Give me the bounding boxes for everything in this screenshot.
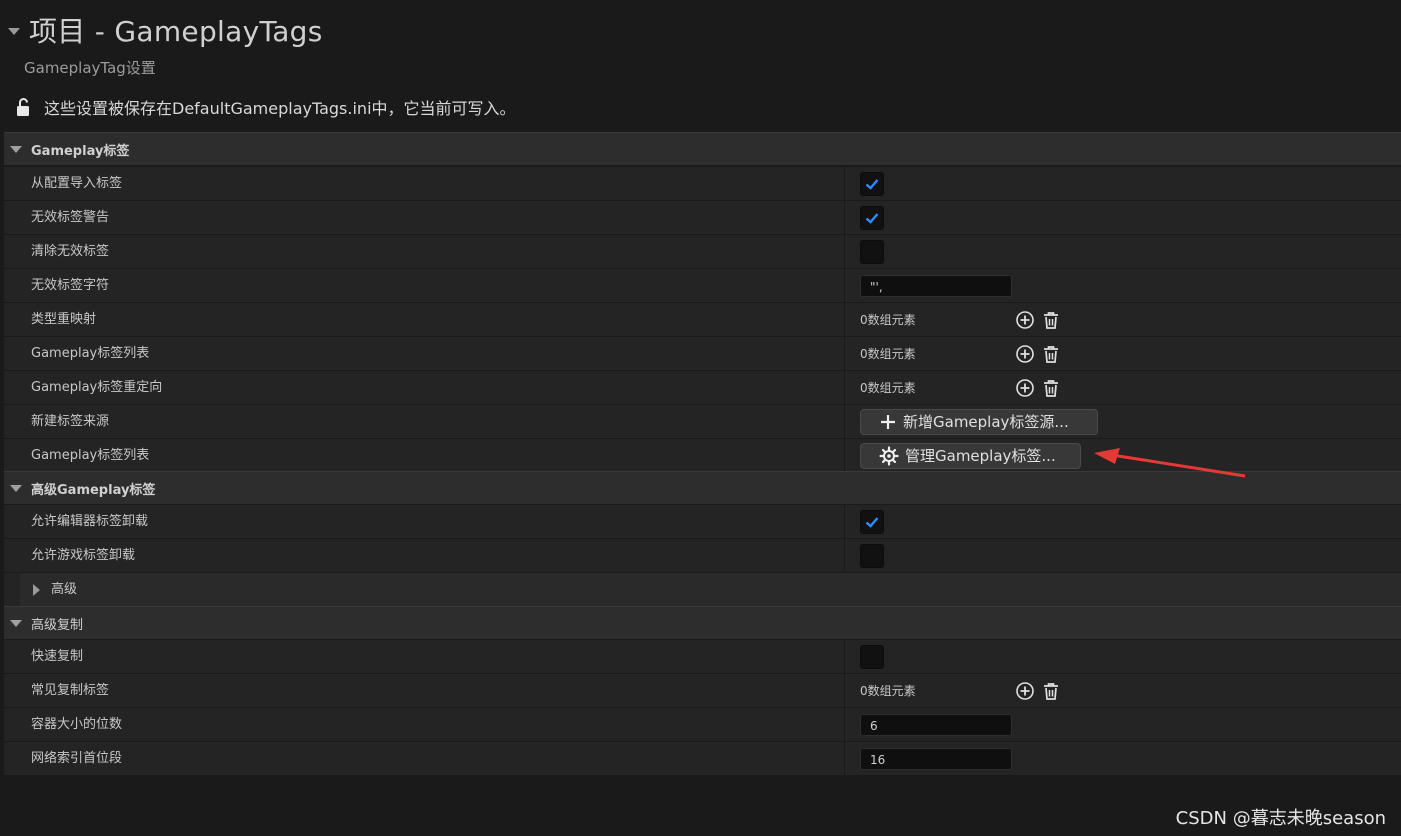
row-label: 无效标签警告 xyxy=(31,210,110,225)
column-divider[interactable] xyxy=(844,405,845,438)
clear-invalid-tags-checkbox[interactable] xyxy=(860,239,884,264)
array-count: 0数组元素 xyxy=(860,313,916,327)
row-gameplay-tag-redirects: Gameplay标签重定向 0数组元素 xyxy=(4,370,1401,404)
column-divider[interactable] xyxy=(844,674,845,707)
allow-game-tag-unloading-checkbox[interactable] xyxy=(860,543,884,568)
subgroup-label: 高级 xyxy=(51,582,78,597)
row-label: Gameplay标签列表 xyxy=(31,346,150,361)
collapse-triangle-icon[interactable] xyxy=(8,27,20,35)
title-row[interactable]: 项目 - GameplayTags xyxy=(8,10,323,50)
row-label: 清除无效标签 xyxy=(31,244,110,259)
net-index-first-bit-segment-input[interactable]: 16 xyxy=(860,747,1012,770)
column-divider[interactable] xyxy=(844,505,845,538)
row-type-remapping: 类型重映射 0数组元素 xyxy=(4,302,1401,336)
checkmark-icon xyxy=(865,212,879,224)
add-element-icon[interactable] xyxy=(1014,343,1036,365)
manage-gameplay-tags-button[interactable]: 管理Gameplay标签... xyxy=(860,442,1081,469)
invalid-tag-characters-input[interactable]: "', xyxy=(860,274,1012,297)
fast-replication-checkbox[interactable] xyxy=(860,644,884,669)
section-label: 高级复制 xyxy=(31,617,84,633)
section-label: Gameplay标签 xyxy=(31,143,130,159)
row-label: 常见复制标签 xyxy=(31,683,110,698)
column-divider[interactable] xyxy=(844,235,845,268)
column-divider[interactable] xyxy=(844,708,845,741)
button-label: 新增Gameplay标签源... xyxy=(903,413,1069,431)
row-label: 类型重映射 xyxy=(31,312,97,327)
watermark: CSDN @暮志未晚season xyxy=(1175,808,1386,829)
expand-triangle-icon[interactable] xyxy=(10,145,22,153)
expand-triangle-icon[interactable] xyxy=(10,619,22,627)
notice-text: 这些设置被保存在DefaultGameplayTags.ini中，它当前可写入。 xyxy=(44,99,516,118)
add-element-icon[interactable] xyxy=(1014,309,1036,331)
column-divider[interactable] xyxy=(844,201,845,234)
column-divider[interactable] xyxy=(844,742,845,775)
add-tag-source-button[interactable]: 新增Gameplay标签源... xyxy=(860,408,1098,435)
row-allow-editor-tag-unloading: 允许编辑器标签卸载 xyxy=(4,504,1401,538)
column-divider[interactable] xyxy=(844,539,845,572)
column-divider[interactable] xyxy=(844,371,845,404)
row-container-size-bits: 容器大小的位数 6 xyxy=(4,707,1401,741)
section-label: 高级Gameplay标签 xyxy=(31,482,156,498)
add-element-icon[interactable] xyxy=(1014,680,1036,702)
page-title: 项目 - GameplayTags xyxy=(29,15,323,48)
row-clear-invalid-tags: 清除无效标签 xyxy=(4,234,1401,268)
row-warn-invalid-tags: 无效标签警告 xyxy=(4,200,1401,234)
button-label: 管理Gameplay标签... xyxy=(905,447,1056,465)
column-divider[interactable] xyxy=(844,439,845,472)
trash-icon[interactable] xyxy=(1040,309,1062,331)
row-label: Gameplay标签列表 xyxy=(31,448,150,463)
page-subtitle: GameplayTag设置 xyxy=(24,59,156,77)
row-import-tags-from-config: 从配置导入标签 xyxy=(4,166,1401,200)
row-invalid-tag-characters: 无效标签字符 "', xyxy=(4,268,1401,302)
trash-icon[interactable] xyxy=(1040,680,1062,702)
settings-header: 项目 - GameplayTags GameplayTag设置 这些设置被保存在… xyxy=(0,0,1401,132)
plus-icon xyxy=(881,414,895,429)
row-label: 新建标签来源 xyxy=(31,414,110,429)
row-label: 网络索引首位段 xyxy=(31,751,123,766)
trash-icon[interactable] xyxy=(1040,377,1062,399)
column-divider[interactable] xyxy=(844,167,845,200)
row-net-index-first-bit-segment: 网络索引首位段 16 xyxy=(4,741,1401,775)
expand-triangle-icon[interactable] xyxy=(10,484,22,492)
row-allow-game-tag-unloading: 允许游戏标签卸载 xyxy=(4,538,1401,572)
annotation-arrow xyxy=(1094,448,1246,478)
warn-invalid-tags-checkbox[interactable] xyxy=(860,205,884,230)
row-common-replicated-tags: 常见复制标签 0数组元素 xyxy=(4,673,1401,707)
section-gameplay-tags[interactable]: Gameplay标签 xyxy=(4,132,1401,165)
row-label: 无效标签字符 xyxy=(31,278,110,293)
config-notice: 这些设置被保存在DefaultGameplayTags.ini中，它当前可写入。 xyxy=(14,95,516,119)
array-count: 0数组元素 xyxy=(860,684,916,698)
allow-editor-tag-unloading-checkbox[interactable] xyxy=(860,509,884,534)
array-count: 0数组元素 xyxy=(860,381,916,395)
subgroup-advanced[interactable]: 高级 xyxy=(4,572,1401,606)
row-label: 从配置导入标签 xyxy=(31,176,123,191)
row-gameplay-tag-list: Gameplay标签列表 0数组元素 xyxy=(4,336,1401,370)
array-count: 0数组元素 xyxy=(860,347,916,361)
expand-arrow-icon[interactable] xyxy=(33,584,40,596)
gear-icon xyxy=(879,445,899,466)
import-tags-checkbox[interactable] xyxy=(860,171,884,196)
column-divider[interactable] xyxy=(844,269,845,302)
column-divider[interactable] xyxy=(844,640,845,673)
row-label: 允许游戏标签卸载 xyxy=(31,548,136,563)
row-label: 快速复制 xyxy=(31,649,84,664)
row-label: 容器大小的位数 xyxy=(31,717,123,732)
unlock-icon xyxy=(17,98,29,116)
add-element-icon[interactable] xyxy=(1014,377,1036,399)
column-divider[interactable] xyxy=(844,303,845,336)
row-label: 允许编辑器标签卸载 xyxy=(31,514,149,529)
row-fast-replication: 快速复制 xyxy=(4,639,1401,673)
section-advanced-replication[interactable]: 高级复制 xyxy=(4,606,1401,639)
checkmark-icon xyxy=(865,516,879,528)
column-divider[interactable] xyxy=(844,337,845,370)
row-new-tag-source: 新建标签来源 新增Gameplay标签源... xyxy=(4,404,1401,438)
checkmark-icon xyxy=(865,178,879,190)
trash-icon[interactable] xyxy=(1040,343,1062,365)
container-size-bits-input[interactable]: 6 xyxy=(860,713,1012,736)
indent-bar xyxy=(4,573,20,606)
row-label: Gameplay标签重定向 xyxy=(31,380,163,395)
